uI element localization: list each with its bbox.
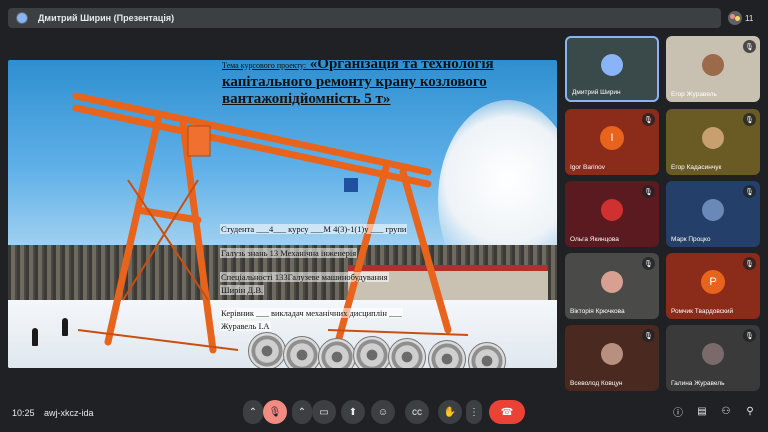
captions-icon: cc xyxy=(412,406,422,418)
activities-icon: ⚲ xyxy=(746,405,754,417)
video-settings-button[interactable]: ⌃ xyxy=(292,400,312,424)
participant-tile[interactable]: 🎙 Ольга Якинцова xyxy=(565,181,659,247)
people-icon: ⚇ xyxy=(721,405,731,417)
meeting-info-button[interactable]: ⓘ xyxy=(671,404,685,419)
mic-off-icon: 🎙 xyxy=(743,257,756,270)
more-options-icon: ⋮ xyxy=(469,406,479,418)
participant-tile[interactable]: 🎙 Егор Кадасинчук xyxy=(666,109,760,175)
mic-toggle-button[interactable]: 🎙 xyxy=(263,400,287,424)
participant-initial: I xyxy=(600,126,624,150)
activities-button[interactable]: ⚲ xyxy=(743,404,757,418)
present-icon: ⬆ xyxy=(348,406,358,418)
slide-text-line: Спеціальності 133Галузеве машинобудуванн… xyxy=(220,272,389,282)
raise-hand-button[interactable]: ✋ xyxy=(438,400,462,424)
info-icon: ⓘ xyxy=(673,407,683,419)
mic-off-icon: 🎙 xyxy=(268,406,282,418)
slide-title: Тема курсового проекту: «Організація та … xyxy=(222,60,557,108)
slide-title-prefix: Тема курсового проекту: xyxy=(222,61,307,70)
mic-off-icon: 🎙 xyxy=(642,185,655,198)
participant-tile[interactable]: 🎙 Галина Журавель xyxy=(666,325,760,391)
mic-off-icon: 🎙 xyxy=(743,40,756,53)
participant-avatar xyxy=(601,199,623,221)
mic-off-icon: 🎙 xyxy=(743,185,756,198)
shared-slide: Тема курсового проекту: «Організація та … xyxy=(8,60,557,368)
present-button[interactable]: ⬆ xyxy=(341,400,365,424)
participant-name: Егор Кадасинчук xyxy=(671,164,722,171)
chat-button[interactable]: ▤ xyxy=(695,404,709,418)
participant-name: Марк Процко xyxy=(671,236,711,243)
slide-text-line: Ширін Д.В. xyxy=(220,285,265,295)
participant-tile[interactable]: P 🎙 Ромчик Твардовский xyxy=(666,253,760,319)
chat-icon: ▤ xyxy=(697,405,707,417)
captions-button[interactable]: cc xyxy=(405,400,429,424)
participant-name: Igor Barinov xyxy=(570,164,606,171)
worker-figure xyxy=(32,328,38,346)
cable-spool xyxy=(388,338,426,368)
more-options-button[interactable]: ⋮ xyxy=(466,400,482,424)
slide-text-line: Галузь знань 13 Механічна інженерія xyxy=(220,248,358,258)
chevron-up-icon: ⌃ xyxy=(297,406,307,418)
slide-text-line: Журавель І.А xyxy=(220,321,271,331)
slide-text-line: Керівник ___ викладач механічних дисципл… xyxy=(220,308,403,318)
mic-off-icon: 🎙 xyxy=(642,113,655,126)
participant-name: Егор Журавель xyxy=(671,91,717,98)
participants-avatars-icon xyxy=(728,11,742,25)
participant-avatar xyxy=(702,127,724,149)
participant-tile[interactable]: 🎙 Всеволод Ковцун xyxy=(565,325,659,391)
presenter-avatar xyxy=(16,12,28,24)
presentation-title: Дмитрий Ширин (Презентація) xyxy=(38,13,175,23)
emoji-icon: ☺ xyxy=(377,406,389,418)
participant-tile[interactable]: 🎙 Вікторія Крючкова xyxy=(565,253,659,319)
participant-name: Вікторія Крючкова xyxy=(570,308,625,315)
raise-hand-icon: ✋ xyxy=(443,406,457,418)
mic-off-icon: 🎙 xyxy=(743,329,756,342)
participants-indicator[interactable]: 11 xyxy=(728,8,760,28)
participant-tile[interactable]: I 🎙 Igor Barinov xyxy=(565,109,659,175)
participant-tile[interactable]: 🎙 Марк Процко xyxy=(666,181,760,247)
cable-spool xyxy=(283,336,321,368)
reactions-button[interactable]: ☺ xyxy=(371,400,395,424)
cable-spool xyxy=(318,338,356,368)
participant-name: Всеволод Ковцун xyxy=(570,380,623,387)
participant-initial: P xyxy=(701,270,725,294)
cable-spool xyxy=(353,336,391,368)
bottom-bar: 10:25 awj-xkcz-ida ⌃ 🎙 ⌃ ▭ ⬆ ☺ cc ✋ ⋮ ☎ … xyxy=(0,396,768,432)
participant-avatar xyxy=(601,54,623,76)
cable-spool xyxy=(248,332,286,368)
mic-off-icon: 🎙 xyxy=(642,329,655,342)
people-button[interactable]: ⚇ xyxy=(719,404,733,418)
worker-figure xyxy=(62,318,68,336)
participant-name: Ромчик Твардовский xyxy=(671,308,734,315)
participant-name: Дмитрий Ширин xyxy=(572,89,621,96)
participant-avatar xyxy=(601,271,623,293)
mic-off-icon: 🎙 xyxy=(743,113,756,126)
participant-avatar xyxy=(702,199,724,221)
clock: 10:25 xyxy=(12,408,35,418)
participant-name: Галина Журавель xyxy=(671,380,725,387)
camera-toggle-button[interactable]: ▭ xyxy=(312,400,336,424)
participant-avatar xyxy=(702,54,724,76)
participant-name: Ольга Якинцова xyxy=(570,236,619,243)
participant-avatar xyxy=(702,343,724,365)
audio-settings-button[interactable]: ⌃ xyxy=(243,400,263,424)
end-call-button[interactable]: ☎ xyxy=(489,400,525,424)
camera-icon: ▭ xyxy=(319,406,329,418)
slide-text-line: Студента ___4___ курсу ___М 4(3)-1(1)у _… xyxy=(220,224,408,234)
meeting-code: awj-xkcz-ida xyxy=(44,408,94,418)
participant-tile[interactable]: Дмитрий Ширин xyxy=(565,36,659,102)
participant-tile[interactable]: 🎙 Егор Журавель xyxy=(666,36,760,102)
participants-count: 11 xyxy=(745,13,754,23)
end-call-icon: ☎ xyxy=(500,406,514,418)
mic-off-icon: 🎙 xyxy=(642,257,655,270)
presentation-banner: Дмитрий Ширин (Презентація) xyxy=(8,8,721,28)
participant-avatar xyxy=(601,343,623,365)
chevron-up-icon: ⌃ xyxy=(248,406,258,418)
